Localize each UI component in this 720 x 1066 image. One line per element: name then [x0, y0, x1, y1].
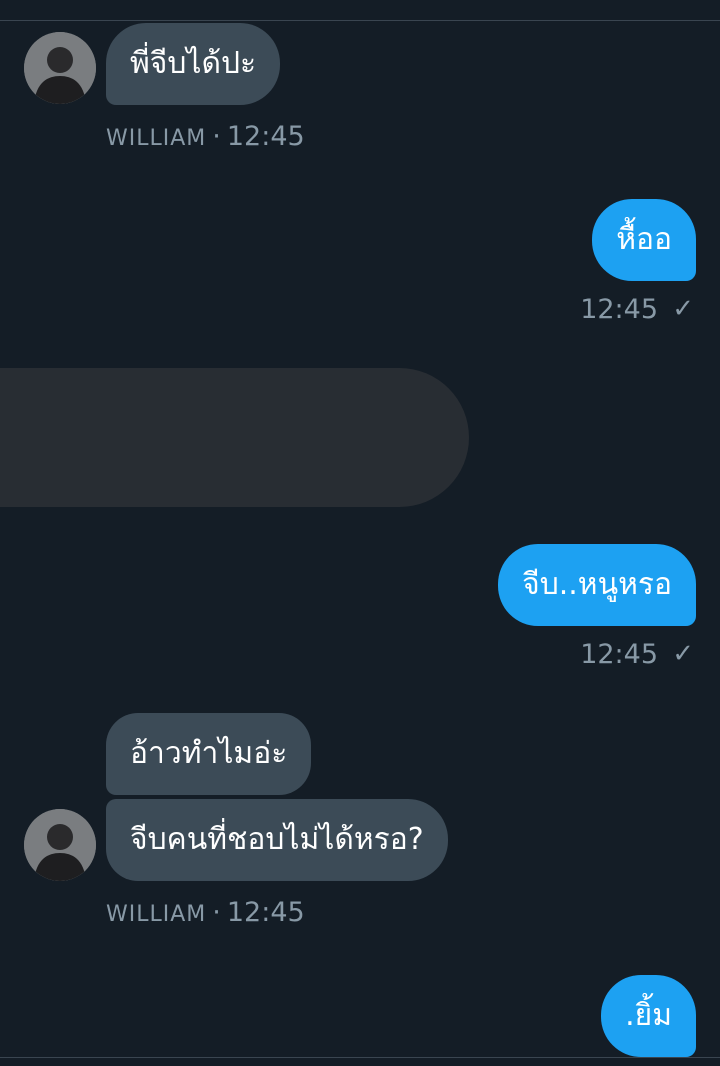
sent-check-icon: ✓ — [672, 294, 694, 324]
message-time: 12:45 — [226, 897, 305, 928]
sent-message-bubble[interactable]: จีบ..หนูหรอ — [498, 544, 696, 626]
contact-avatar[interactable] — [24, 809, 96, 881]
redacted-message-block — [0, 368, 469, 507]
avatar-photo-icon — [24, 32, 96, 104]
received-message-meta: WILLIAM · 12:45 — [106, 896, 305, 932]
received-message-bubble[interactable]: อ้าวทำไมอ่ะ — [106, 713, 312, 795]
message-time: 12:45 — [226, 121, 305, 152]
sender-name: WILLIAM — [106, 902, 207, 927]
sent-message-time: 12:45 — [580, 294, 658, 325]
received-message-bubble[interactable]: จีบคนที่ชอบไม่ได้หรอ? — [106, 799, 448, 881]
meta-separator: · — [212, 897, 221, 928]
sent-message-time: 12:45 — [580, 639, 658, 670]
received-message-meta: WILLIAM · 12:45 — [106, 120, 305, 156]
contact-avatar[interactable] — [24, 32, 96, 104]
received-message-bubble[interactable]: พี่จีบได้ปะ — [106, 23, 281, 105]
sent-message-bubble[interactable]: .ยิ้ม — [601, 975, 696, 1057]
meta-separator: · — [212, 121, 221, 152]
avatar-photo-icon — [24, 809, 96, 881]
top-divider — [0, 20, 720, 21]
bottom-divider — [0, 1057, 720, 1058]
sender-name: WILLIAM — [106, 126, 207, 151]
sent-message-bubble[interactable]: หื้ออ — [592, 199, 696, 281]
sent-check-icon: ✓ — [672, 639, 694, 669]
